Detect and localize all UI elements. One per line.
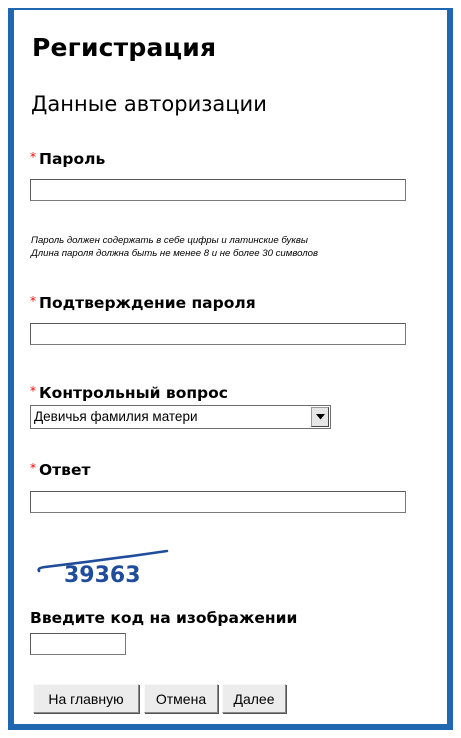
answer-field[interactable] xyxy=(30,491,406,513)
confirm-password-field[interactable] xyxy=(30,323,406,345)
home-button[interactable]: На главную xyxy=(33,684,139,713)
captcha-code: 39363 xyxy=(64,563,141,588)
dropdown-arrow-icon[interactable] xyxy=(311,407,329,427)
cancel-button[interactable]: Отмена xyxy=(144,684,218,713)
password-hint-line2: Длина пароля должна быть не менее 8 и не… xyxy=(31,248,319,259)
required-mark: * xyxy=(30,294,36,308)
required-mark: * xyxy=(30,384,36,398)
captcha-image: 39363 xyxy=(37,549,169,588)
confirm-password-label-text: Подтверждение пароля xyxy=(39,294,256,312)
password-label: * Пароль xyxy=(30,150,105,168)
page-title: Регистрация xyxy=(32,33,217,62)
next-button[interactable]: Далее xyxy=(222,684,286,713)
security-question-value: Девичья фамилия матери xyxy=(34,409,198,424)
password-label-text: Пароль xyxy=(39,150,106,168)
answer-label-text: Ответ xyxy=(39,461,91,479)
captcha-input[interactable] xyxy=(30,633,126,655)
required-mark: * xyxy=(30,150,36,164)
chevron-down-icon xyxy=(316,414,325,420)
security-question-label-text: Контрольный вопрос xyxy=(39,384,228,402)
password-field[interactable] xyxy=(30,179,406,201)
section-title: Данные авторизации xyxy=(31,92,267,116)
captcha-label: Введите код на изображении xyxy=(30,609,298,627)
security-question-label: * Контрольный вопрос xyxy=(30,384,228,402)
password-hint-line1: Пароль должен содержать в себе цифры и л… xyxy=(31,235,308,246)
confirm-password-label: * Подтверждение пароля xyxy=(30,294,256,312)
required-mark: * xyxy=(30,461,36,475)
answer-label: * Ответ xyxy=(30,461,90,479)
security-question-select[interactable]: Девичья фамилия матери xyxy=(30,405,331,429)
